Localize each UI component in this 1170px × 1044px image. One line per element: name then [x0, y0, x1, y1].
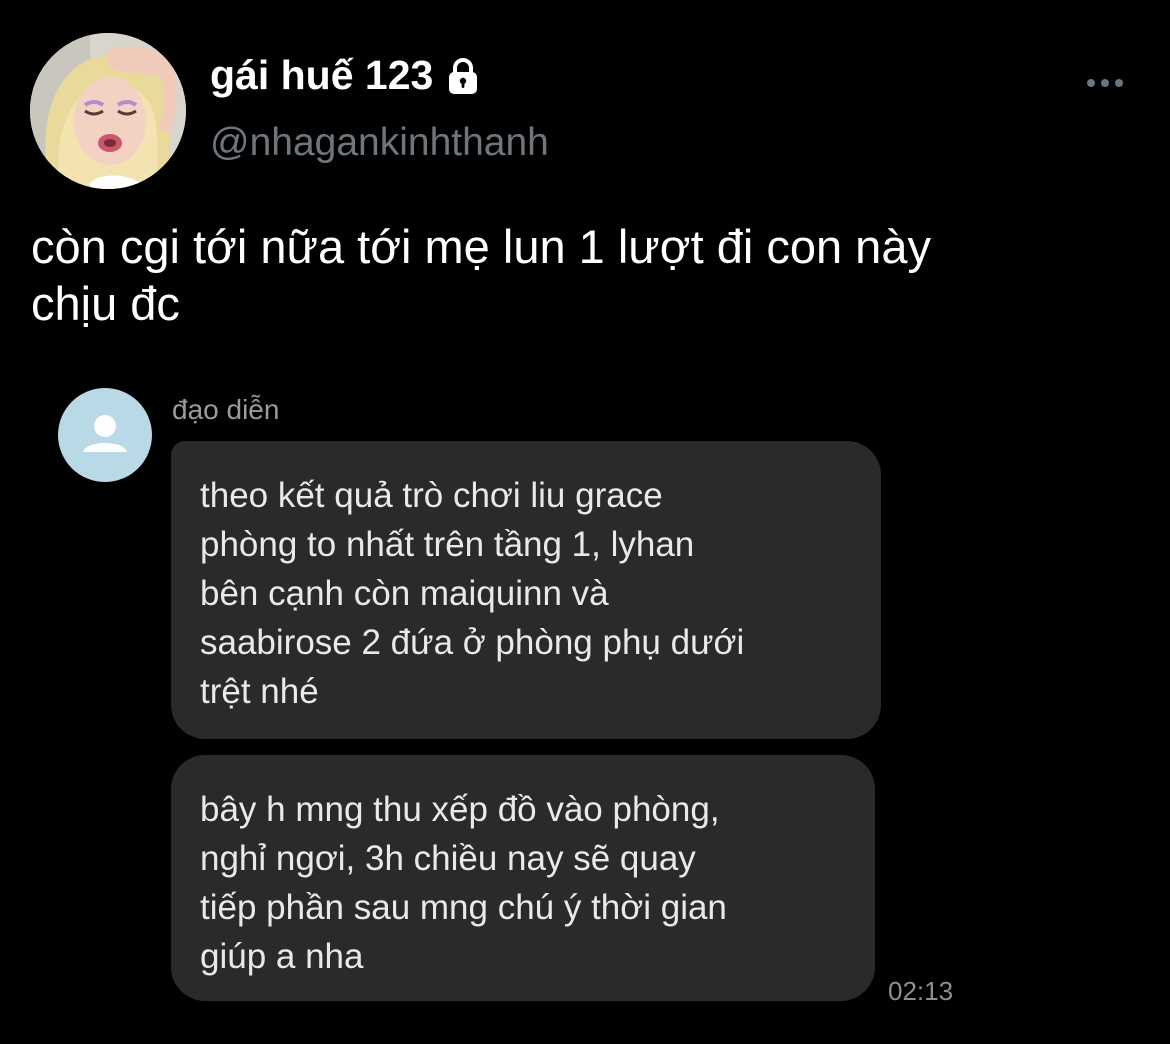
- message-line: bên cạnh còn maiquinn và: [200, 574, 609, 613]
- tweet-text-line: còn cgi tới nữa tới mẹ lun 1 lượt đi con…: [31, 220, 931, 273]
- message-line: giúp a nha: [200, 937, 364, 976]
- message-bubble: theo kết quả trò chơi liu grace phòng to…: [171, 441, 881, 739]
- lock-icon: [443, 56, 483, 96]
- tweet-text-line: chịu đc: [31, 277, 180, 330]
- person-icon: [83, 415, 127, 452]
- message-line: nghỉ ngơi, 3h chiều nay sẽ quay: [200, 839, 696, 878]
- profile-avatar[interactable]: [30, 33, 186, 189]
- display-name[interactable]: gái huế 123: [210, 52, 483, 99]
- sender-avatar: [58, 388, 152, 482]
- message-line: phòng to nhất trên tầng 1, lyhan: [200, 525, 695, 564]
- message-line: tiếp phần sau mng chú ý thời gian: [200, 888, 727, 927]
- message-line: theo kết quả trò chơi liu grace: [200, 476, 663, 515]
- profile-avatar-image: [30, 33, 186, 189]
- sender-name: đạo diễn: [172, 394, 280, 425]
- message-line: trệt nhé: [200, 672, 319, 711]
- more-horizontal-icon[interactable]: [1082, 68, 1128, 98]
- message-line: bây h mng thu xếp đồ vào phòng,: [200, 790, 720, 829]
- display-name-text: gái huế 123: [210, 52, 434, 98]
- message-bubble: bây h mng thu xếp đồ vào phòng, nghỉ ngơ…: [171, 755, 875, 1001]
- message-timestamp: 02:13: [888, 976, 954, 1006]
- user-handle[interactable]: @nhagankinhthanh: [210, 121, 549, 165]
- tweet-text: còn cgi tới nữa tới mẹ lun 1 lượt đi con…: [31, 218, 1141, 332]
- message-line: saabirose 2 đứa ở phòng phụ dưới: [200, 623, 745, 662]
